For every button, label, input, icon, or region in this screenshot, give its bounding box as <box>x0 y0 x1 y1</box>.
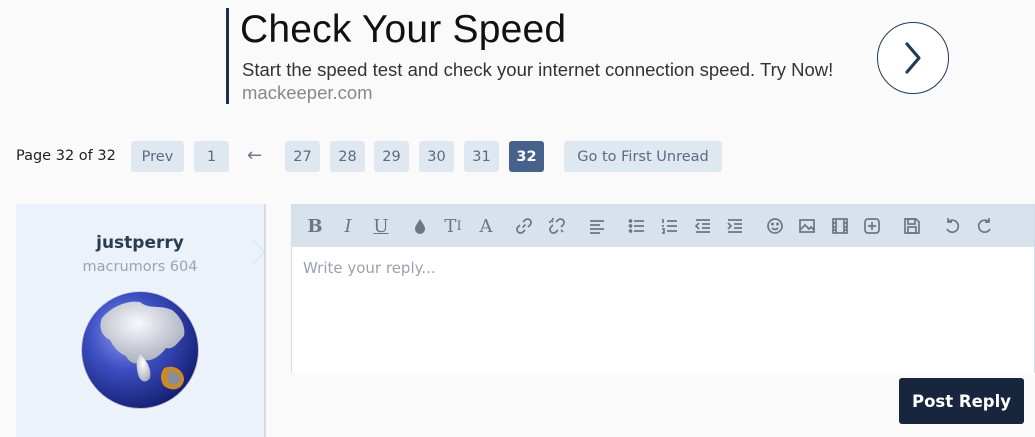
save-draft-icon[interactable] <box>899 213 925 239</box>
globe-avatar-image <box>80 290 200 410</box>
page-gap-arrow[interactable]: ← <box>247 145 262 166</box>
page-29-button[interactable]: 29 <box>374 141 409 172</box>
current-page-button[interactable]: 32 <box>509 141 544 172</box>
font-size-icon[interactable]: TI <box>440 213 466 239</box>
first-unread-button[interactable]: Go to First Unread <box>564 141 722 172</box>
page-31-button[interactable]: 31 <box>464 141 499 172</box>
prev-page-button[interactable]: Prev <box>131 141 184 172</box>
page-1-button[interactable]: 1 <box>194 141 229 172</box>
user-panel-pointer <box>252 240 264 264</box>
editor-toolbar: B I U TI A <box>292 205 1034 247</box>
ad-description: Start the speed test and check your inte… <box>242 59 834 80</box>
media-icon[interactable] <box>827 213 853 239</box>
reply-editor: B I U TI A <box>291 204 1035 373</box>
outdent-icon[interactable] <box>690 213 716 239</box>
ad-accent-bar <box>226 8 229 104</box>
ad-text[interactable]: Start the speed test and check your inte… <box>242 58 852 104</box>
user-panel: justperry macrumors 604 <box>16 204 266 437</box>
insert-icon[interactable] <box>859 213 885 239</box>
user-title: macrumors 604 <box>82 259 198 275</box>
undo-icon[interactable] <box>939 213 965 239</box>
page-28-button[interactable]: 28 <box>330 141 365 172</box>
username[interactable]: justperry <box>16 233 264 253</box>
text-color-icon[interactable] <box>407 213 433 239</box>
bold-icon[interactable]: B <box>302 213 328 239</box>
underline-icon[interactable]: U <box>368 213 394 239</box>
ad-domain: mackeeper.com <box>242 82 373 103</box>
numbered-list-icon[interactable] <box>657 213 683 239</box>
bulleted-list-icon[interactable] <box>624 213 650 239</box>
font-family-icon[interactable]: A <box>473 213 499 239</box>
ad-arrow-button[interactable] <box>877 22 949 94</box>
image-icon[interactable] <box>794 213 820 239</box>
ad-banner[interactable]: Check Your Speed Start the speed test an… <box>218 0 1035 110</box>
page-30-button[interactable]: 30 <box>419 141 454 172</box>
chevron-right-icon <box>905 42 921 74</box>
smilie-icon[interactable] <box>762 213 788 239</box>
align-icon[interactable] <box>584 213 610 239</box>
ad-title[interactable]: Check Your Speed <box>240 8 566 52</box>
page-27-button[interactable]: 27 <box>285 141 320 172</box>
unlink-icon[interactable] <box>544 213 570 239</box>
page-navigation: Page 32 of 32 Prev 1 ← 27 28 29 30 31 32… <box>16 141 736 172</box>
post-reply-button[interactable]: Post Reply <box>899 378 1024 424</box>
indent-icon[interactable] <box>722 213 748 239</box>
link-icon[interactable] <box>511 213 537 239</box>
reply-input[interactable] <box>292 247 1034 373</box>
avatar[interactable] <box>80 290 200 410</box>
italic-icon[interactable]: I <box>335 213 361 239</box>
page-count-label: Page 32 of 32 <box>16 148 116 164</box>
redo-icon[interactable] <box>972 213 998 239</box>
